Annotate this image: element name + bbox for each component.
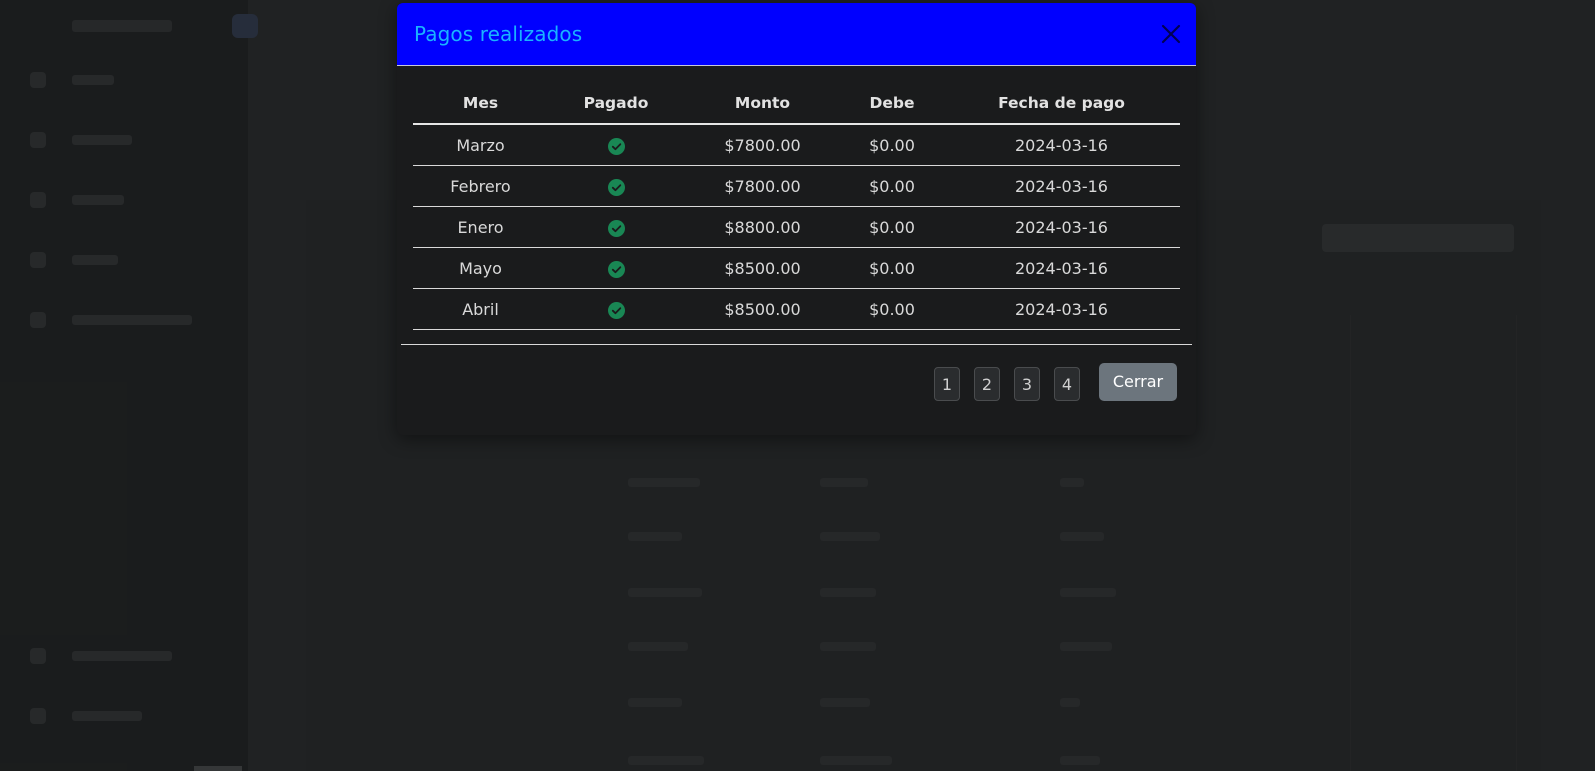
cell-fecha: 2024-03-16	[943, 247, 1180, 289]
column-header-fecha: Fecha de pago	[943, 83, 1180, 125]
modal-title: Pagos realizados	[414, 22, 583, 46]
cell-debe: $0.00	[841, 247, 943, 289]
cell-monto: $8500.00	[684, 247, 841, 289]
table-row: Enero $8800.00 $0.00 2024-03-16	[413, 206, 1180, 248]
table-row: Febrero $7800.00 $0.00 2024-03-16	[413, 165, 1180, 207]
cerrar-button[interactable]: Cerrar	[1099, 363, 1177, 401]
page-button-4[interactable]: 4	[1054, 367, 1080, 401]
payments-table: Mes Pagado Monto Debe Fecha de pago Marz…	[413, 83, 1180, 330]
cell-debe: $0.00	[841, 165, 943, 207]
cell-monto: $8500.00	[684, 288, 841, 330]
page-button-2[interactable]: 2	[974, 367, 1000, 401]
close-icon[interactable]	[1160, 23, 1182, 45]
cell-mes: Enero	[413, 206, 548, 248]
cell-mes: Abril	[413, 288, 548, 330]
cell-monto: $7800.00	[684, 124, 841, 166]
cell-pagado	[548, 288, 684, 330]
cell-monto: $8800.00	[684, 206, 841, 248]
cell-mes: Marzo	[413, 124, 548, 166]
check-circle-icon	[607, 219, 625, 237]
cell-debe: $0.00	[841, 124, 943, 166]
table-row: Mayo $8500.00 $0.00 2024-03-16	[413, 247, 1180, 289]
column-header-pagado: Pagado	[548, 83, 684, 125]
check-circle-icon	[607, 178, 625, 196]
cell-mes: Febrero	[413, 165, 548, 207]
page-button-1[interactable]: 1	[934, 367, 960, 401]
cell-pagado	[548, 165, 684, 207]
check-circle-icon	[607, 260, 625, 278]
cell-fecha: 2024-03-16	[943, 124, 1180, 166]
cell-fecha: 2024-03-16	[943, 165, 1180, 207]
cell-debe: $0.00	[841, 288, 943, 330]
page-button-3[interactable]: 3	[1014, 367, 1040, 401]
cell-pagado	[548, 206, 684, 248]
check-circle-icon	[607, 137, 625, 155]
modal-footer-divider	[401, 344, 1192, 345]
table-header-row: Mes Pagado Monto Debe Fecha de pago	[413, 83, 1180, 125]
check-circle-icon	[607, 301, 625, 319]
cell-mes: Mayo	[413, 247, 548, 289]
modal-header: Pagos realizados	[397, 3, 1196, 66]
payments-modal: Pagos realizados Mes Pagado Monto Debe F…	[397, 3, 1196, 435]
cell-fecha: 2024-03-16	[943, 206, 1180, 248]
column-header-debe: Debe	[841, 83, 943, 125]
column-header-mes: Mes	[413, 83, 548, 125]
cell-pagado	[548, 124, 684, 166]
pagination: 1 2 3 4	[934, 367, 1080, 401]
cell-monto: $7800.00	[684, 165, 841, 207]
cell-pagado	[548, 247, 684, 289]
table-row: Abril $8500.00 $0.00 2024-03-16	[413, 288, 1180, 330]
column-header-monto: Monto	[684, 83, 841, 125]
table-row: Marzo $7800.00 $0.00 2024-03-16	[413, 124, 1180, 166]
cell-fecha: 2024-03-16	[943, 288, 1180, 330]
cell-debe: $0.00	[841, 206, 943, 248]
